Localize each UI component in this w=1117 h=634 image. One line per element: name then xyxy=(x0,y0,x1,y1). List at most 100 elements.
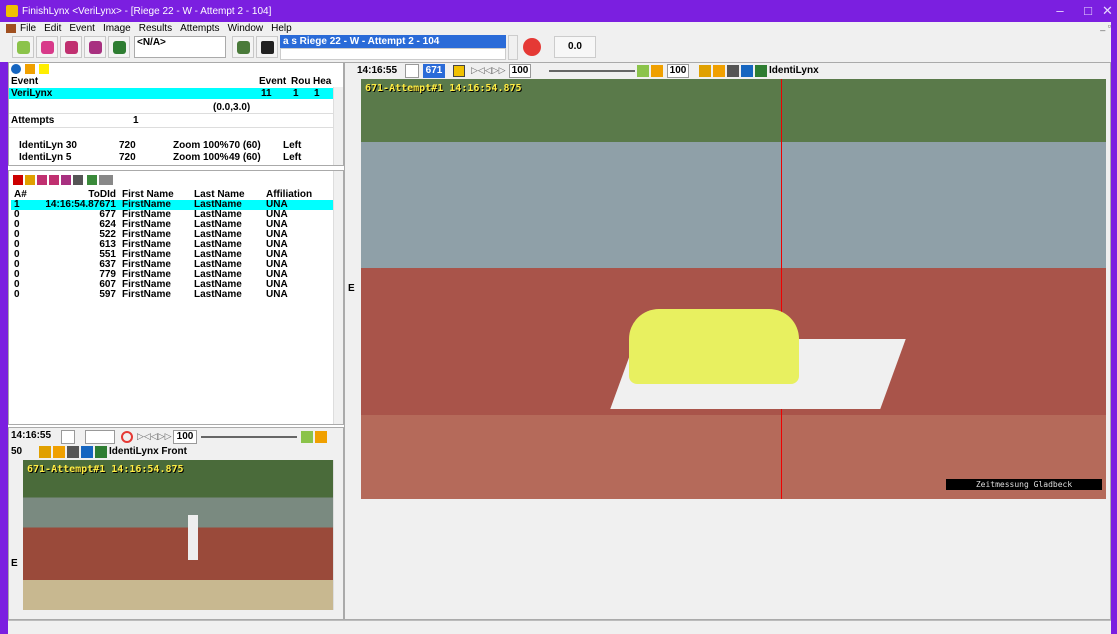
stop-icon[interactable] xyxy=(523,38,541,56)
save-icon[interactable] xyxy=(81,446,93,458)
small-scrollbar[interactable] xyxy=(333,460,343,610)
search-icon[interactable] xyxy=(39,446,51,458)
zoom-out-icon[interactable] xyxy=(637,65,649,77)
runner-icon xyxy=(89,41,102,54)
save-icon[interactable] xyxy=(741,65,753,77)
menu-event[interactable]: Event xyxy=(69,23,95,34)
event-row-selected[interactable]: VeriLynx 11 1 1 xyxy=(9,88,337,99)
sensor-button[interactable] xyxy=(232,36,254,58)
event-scroll[interactable] xyxy=(508,35,518,60)
round-col-header: Rou xyxy=(291,76,311,87)
camera-fps: 49 (60) xyxy=(229,152,261,163)
grid-icon[interactable] xyxy=(755,65,767,77)
camera-zoom: Zoom 100% xyxy=(173,140,229,151)
window-border-right xyxy=(1111,22,1117,634)
athlete-shoe xyxy=(629,309,799,384)
close-button[interactable]: ✕ xyxy=(1098,0,1117,22)
heat-col-header: Hea xyxy=(313,76,332,87)
front-camera-image[interactable]: 671-Attempt#1 14:16:54.875 xyxy=(23,460,335,610)
main-slider[interactable] xyxy=(549,70,635,72)
event-select-secondary[interactable] xyxy=(280,48,506,60)
table-row[interactable]: 0 597 FirstName LastName UNA xyxy=(11,290,333,300)
main-playback-controls[interactable]: ▷◁◁▷▷ xyxy=(471,65,506,76)
event-panel: Event Event Rou Hea VeriLynx 11 1 1 (0.0… xyxy=(8,62,344,166)
menu-bar: File Edit Event Image Results Attempts W… xyxy=(0,21,1117,34)
small-id-field[interactable] xyxy=(85,430,115,444)
main-capture-button[interactable] xyxy=(405,64,419,78)
mdi-controls[interactable]: _ ▫ xyxy=(1100,21,1111,31)
sun-icon xyxy=(17,41,30,54)
small-zoom[interactable]: 100 xyxy=(173,430,197,444)
todid-cell: 597 xyxy=(33,290,119,300)
small-slider[interactable] xyxy=(201,436,297,438)
no-entry-icon[interactable] xyxy=(121,431,133,443)
camera-button[interactable] xyxy=(108,36,130,58)
attempt-cell: 0 xyxy=(14,289,20,300)
menu-help[interactable]: Help xyxy=(271,23,292,34)
heat-number: 1 xyxy=(314,88,320,99)
app-menu-icon[interactable] xyxy=(6,23,16,33)
event-scrollbar[interactable] xyxy=(333,87,343,165)
main-time: 14:16:55 xyxy=(357,65,398,76)
grid-icon[interactable] xyxy=(95,446,107,458)
target-icon[interactable] xyxy=(713,65,725,77)
results-toolbar[interactable] xyxy=(13,175,113,185)
runner-icon xyxy=(41,41,54,54)
main-zoom[interactable]: 100 xyxy=(509,64,531,78)
flag-icon[interactable] xyxy=(39,64,49,74)
attempts-label: Attempts xyxy=(11,115,55,126)
small-capture-button[interactable] xyxy=(61,430,75,444)
zoom-out-icon[interactable] xyxy=(301,431,313,443)
camera-res: 720 xyxy=(119,152,136,163)
menu-edit[interactable]: Edit xyxy=(44,23,61,34)
camera-name: IdentiLyn 30 xyxy=(19,140,77,151)
wind-coords: (0.0,3.0) xyxy=(213,102,251,113)
main-overlay-text: 671-Attempt#1 14:16:54.875 xyxy=(365,83,522,94)
divider xyxy=(9,113,337,114)
results-scrollbar[interactable] xyxy=(333,171,343,424)
event-select[interactable]: a s Riege 22 - W - Attempt 2 - 104 xyxy=(280,35,506,48)
todid-id: 597 xyxy=(99,289,116,300)
zoom-in-icon[interactable] xyxy=(315,431,327,443)
results-panel: A# ToDId First Name Last Name Affiliatio… xyxy=(8,170,344,425)
main-zoom-select[interactable]: 100 xyxy=(667,64,689,78)
small-overlay-text: 671-Attempt#1 14:16:54.875 xyxy=(27,464,184,475)
main-id-field[interactable]: 671 xyxy=(423,64,445,78)
main-camera-panel: 14:16:55 671 ▷◁◁▷▷ 100 100 IdentiLynx 67… xyxy=(344,62,1111,620)
next-event-button[interactable] xyxy=(84,36,106,58)
print-icon[interactable] xyxy=(727,65,739,77)
open-event-button[interactable] xyxy=(36,36,58,58)
menu-attempts[interactable]: Attempts xyxy=(180,23,219,34)
target-icon[interactable] xyxy=(53,446,65,458)
menu-results[interactable]: Results xyxy=(139,23,172,34)
camera-row[interactable]: IdentiLyn 5 720 Zoom 100% 49 (60) Left xyxy=(9,152,337,163)
print-icon[interactable] xyxy=(67,446,79,458)
camera-zoom: Zoom 100% xyxy=(173,152,229,163)
front-camera-panel: 14:16:55 ▷◁◁▷▷ 100 50 IdentiLynx Front 6… xyxy=(8,427,344,620)
prev-event-button[interactable] xyxy=(60,36,82,58)
runner-icon xyxy=(65,41,78,54)
zoom-in-icon[interactable] xyxy=(651,65,663,77)
divider xyxy=(9,127,337,128)
info-icon[interactable] xyxy=(11,64,21,74)
menu-image[interactable]: Image xyxy=(103,23,131,34)
minimize-button[interactable]: – xyxy=(1046,0,1074,22)
title-bar: FinishLynx <VeriLynx> - [Riege 22 - W - … xyxy=(0,0,1117,22)
main-camera-image[interactable]: 671-Attempt#1 14:16:54.875 Zeitmessung G… xyxy=(361,79,1106,499)
menu-window[interactable]: Window xyxy=(228,23,264,34)
menu-file[interactable]: File xyxy=(20,23,36,34)
window-title: FinishLynx <VeriLynx> - [Riege 22 - W - … xyxy=(22,5,272,17)
traffic-light-button[interactable] xyxy=(256,36,278,58)
finish-line-cursor[interactable] xyxy=(781,79,782,499)
sort-icon[interactable] xyxy=(25,64,35,74)
search-icon[interactable] xyxy=(699,65,711,77)
playback-controls[interactable]: ▷◁◁▷▷ xyxy=(137,431,172,442)
id-icon[interactable] xyxy=(453,65,465,77)
event-number: 11 xyxy=(261,88,272,99)
watermark: Zeitmessung Gladbeck xyxy=(946,479,1102,490)
camera-row[interactable]: IdentiLyn 30 720 Zoom 100% 70 (60) Left xyxy=(9,140,337,151)
camera-res: 720 xyxy=(119,140,136,151)
na-field[interactable]: <N/A> xyxy=(134,36,226,58)
capture-button[interactable] xyxy=(12,36,34,58)
small-scale[interactable]: 50 xyxy=(11,446,31,457)
